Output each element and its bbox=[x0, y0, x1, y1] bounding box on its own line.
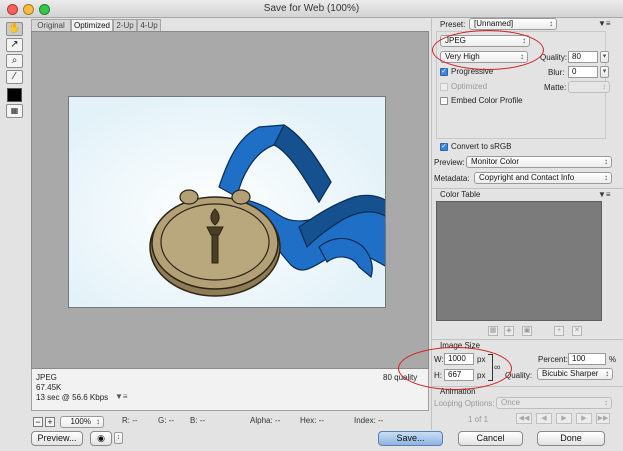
tab-4-up[interactable]: 4-Up bbox=[137, 19, 161, 31]
eyedropper-tool-icon[interactable]: ⁄ bbox=[6, 70, 23, 84]
percent-input[interactable]: 100 bbox=[568, 353, 606, 365]
preview-label: Preview: bbox=[434, 158, 465, 167]
quality-input[interactable]: 80 bbox=[568, 51, 598, 63]
blur-stepper[interactable]: ▾ bbox=[600, 66, 609, 78]
color-table-menu-icon[interactable]: ▼≡ bbox=[598, 190, 611, 199]
first-frame-icon[interactable]: ◀◀ bbox=[516, 413, 532, 424]
metadata-select[interactable]: Copyright and Contact Info bbox=[474, 172, 612, 184]
browser-select-stepper[interactable]: ↕ bbox=[114, 432, 123, 444]
embed-color-profile-checkbox[interactable] bbox=[440, 97, 448, 105]
new-color-icon[interactable]: + bbox=[554, 326, 564, 336]
readout-alpha: Alpha: -- bbox=[250, 416, 281, 425]
zoom-tool-icon[interactable]: ⌕ bbox=[6, 54, 23, 68]
preview-in-browser-button[interactable]: Preview... bbox=[31, 431, 83, 446]
image-size-divider bbox=[431, 339, 623, 340]
matte-select[interactable] bbox=[568, 81, 610, 93]
tab-original[interactable]: Original bbox=[31, 19, 71, 31]
save-button[interactable]: Save... bbox=[378, 431, 443, 446]
metadata-label: Metadata: bbox=[434, 174, 470, 183]
map-color-transparent-icon[interactable]: ▦ bbox=[488, 326, 498, 336]
previous-frame-icon[interactable]: ◀ bbox=[536, 413, 552, 424]
looping-options-label: Looping Options: bbox=[434, 399, 495, 408]
readout-green: G: -- bbox=[158, 416, 174, 425]
toggle-slices-icon[interactable]: ▦ bbox=[6, 104, 23, 118]
resample-quality-select[interactable]: Bicubic Sharper bbox=[537, 368, 613, 380]
readout-red: R: -- bbox=[122, 416, 138, 425]
tool-palette: ✋ ↗ ⌕ ⁄ ▦ bbox=[3, 18, 25, 118]
cancel-button[interactable]: Cancel bbox=[458, 431, 523, 446]
percent-label: Percent: bbox=[538, 355, 568, 364]
info-file-size: 67.45K bbox=[36, 383, 62, 392]
info-download-time: 13 sec @ 56.6 Kbps bbox=[36, 393, 109, 402]
window-title: Save for Web (100%) bbox=[263, 3, 360, 14]
convert-srgb-checkbox[interactable]: ✓ bbox=[440, 143, 448, 151]
info-format: JPEG bbox=[36, 373, 57, 382]
readout-index: Index: -- bbox=[354, 416, 384, 425]
eyedropper-color-swatch[interactable] bbox=[7, 88, 22, 102]
readout-hex: Hex: -- bbox=[300, 416, 324, 425]
optimized-checkbox[interactable] bbox=[440, 83, 448, 91]
zoom-out-button[interactable]: − bbox=[33, 417, 43, 427]
convert-srgb-label: Convert to sRGB bbox=[451, 142, 512, 151]
color-table-grid[interactable] bbox=[436, 201, 602, 321]
preview-info-bar: JPEG 67.45K 13 sec @ 56.6 Kbps ▼≡ 80 qua… bbox=[31, 369, 429, 411]
last-frame-icon[interactable]: ▶▶ bbox=[596, 413, 610, 424]
blur-label: Blur: bbox=[548, 68, 565, 77]
preset-label: Preset: bbox=[440, 20, 466, 29]
looping-options-select[interactable]: Once bbox=[496, 397, 612, 409]
download-rate-menu-icon[interactable]: ▼≡ bbox=[115, 392, 128, 401]
tab-2-up[interactable]: 2-Up bbox=[113, 19, 137, 31]
zoom-in-button[interactable]: + bbox=[45, 417, 55, 427]
medal-illustration bbox=[69, 97, 385, 307]
hand-tool-icon[interactable]: ✋ bbox=[6, 22, 23, 36]
color-table-divider bbox=[431, 188, 623, 189]
next-frame-icon[interactable]: ▶ bbox=[576, 413, 592, 424]
zoom-level-select[interactable]: 100% bbox=[60, 416, 104, 428]
quality-label: Quality: bbox=[540, 53, 568, 62]
optimized-label: Optimized bbox=[451, 82, 488, 91]
done-button[interactable]: Done bbox=[537, 431, 605, 446]
slice-select-tool-icon[interactable]: ↗ bbox=[6, 38, 23, 52]
matte-label: Matte: bbox=[544, 83, 567, 92]
title-bar: Save for Web (100%) bbox=[0, 0, 623, 18]
optimized-image-preview bbox=[68, 96, 386, 308]
preset-select[interactable]: [Unnamed] bbox=[469, 18, 557, 30]
embed-color-profile-label: Embed Color Profile bbox=[451, 96, 523, 105]
optimize-menu-icon[interactable]: ▼≡ bbox=[598, 19, 611, 28]
lock-color-icon[interactable]: ▣ bbox=[522, 326, 532, 336]
annotation-ellipse-image-size bbox=[398, 347, 512, 390]
preview-profile-select[interactable]: Monitor Color bbox=[466, 156, 612, 168]
annotation-ellipse-format bbox=[432, 30, 544, 70]
delete-color-icon[interactable]: ✕ bbox=[572, 326, 582, 336]
percent-unit: % bbox=[609, 355, 617, 364]
browser-select-button[interactable]: ◉ bbox=[90, 431, 112, 446]
tab-optimized[interactable]: Optimized bbox=[71, 19, 113, 31]
quality-stepper[interactable]: ▾ bbox=[600, 51, 609, 63]
play-animation-icon[interactable]: ▶ bbox=[556, 413, 572, 424]
color-table-title: Color Table bbox=[440, 190, 481, 199]
shift-web-palette-icon[interactable]: ◈ bbox=[504, 326, 514, 336]
progressive-checkbox[interactable]: ✓ bbox=[440, 68, 448, 76]
browser-icon: ◉ bbox=[97, 433, 105, 443]
readout-blue: B: -- bbox=[190, 416, 206, 425]
blur-input[interactable]: 0 bbox=[568, 66, 598, 78]
animation-frame-counter: 1 of 1 bbox=[468, 415, 489, 424]
